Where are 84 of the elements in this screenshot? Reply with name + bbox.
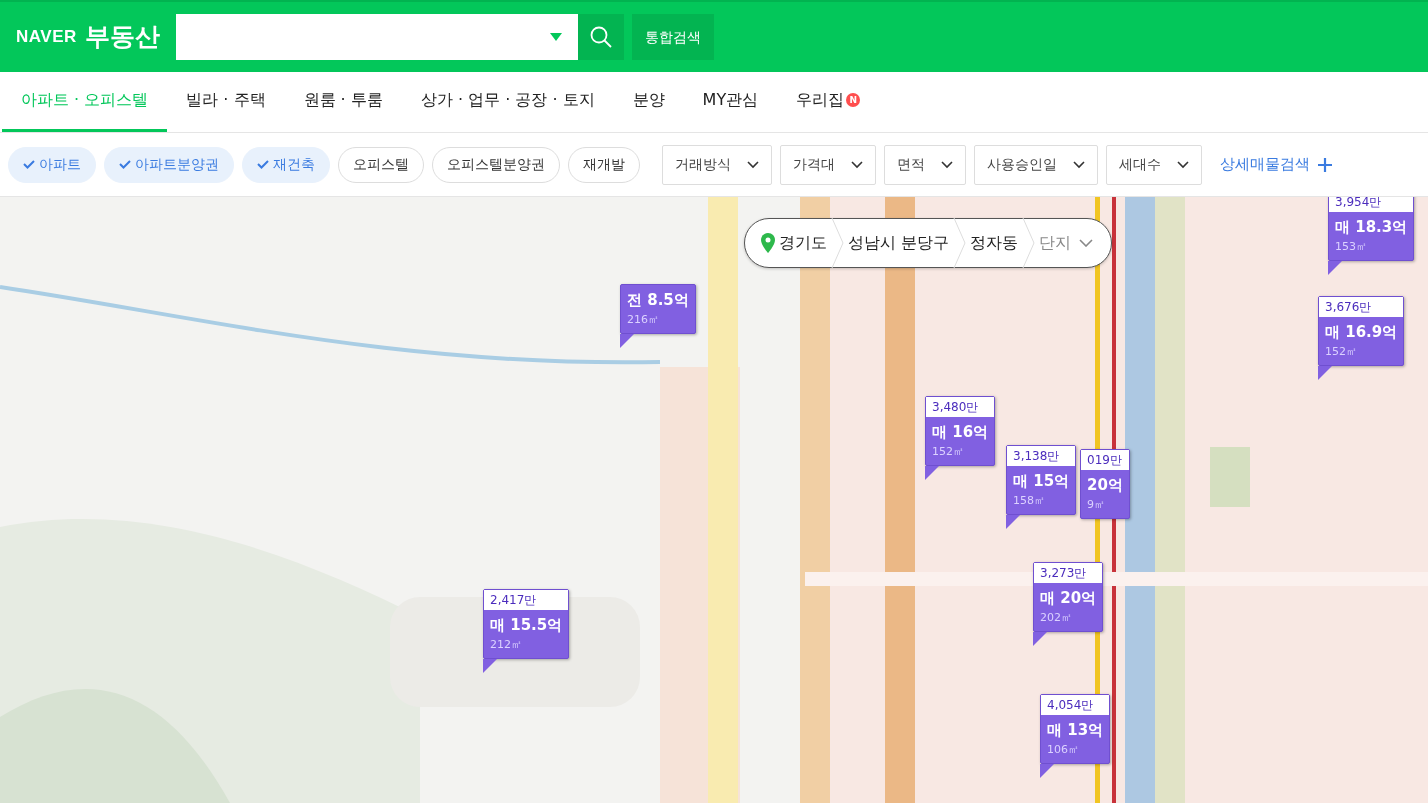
price-marker[interactable]: 전 8.5억 216㎡ bbox=[620, 284, 696, 334]
unit-price: 4,054만 bbox=[1041, 695, 1110, 715]
marker-area: 9㎡ bbox=[1081, 496, 1129, 518]
price-marker[interactable]: 019만 20억 9㎡ bbox=[1080, 449, 1130, 519]
search-icon bbox=[589, 26, 612, 48]
chevron-down-icon bbox=[1177, 160, 1189, 169]
new-badge: N bbox=[846, 93, 861, 107]
unit-price: 3,676만 bbox=[1319, 297, 1404, 317]
filter-chip[interactable]: 오피스텔분양권 bbox=[432, 146, 560, 183]
chevron-down-icon bbox=[747, 160, 759, 169]
chevron-down-icon bbox=[1073, 160, 1085, 169]
breadcrumb-item[interactable]: 정자동 bbox=[966, 231, 1023, 255]
unit-price: 3,273만 bbox=[1034, 563, 1103, 583]
check-icon bbox=[119, 160, 131, 169]
marker-price: 매 18.3억 bbox=[1334, 217, 1409, 238]
price-marker[interactable]: 2,417만 매 15.5억 212㎡ bbox=[483, 589, 570, 659]
marker-area: 212㎡ bbox=[484, 636, 569, 658]
check-icon bbox=[23, 160, 35, 169]
price-marker[interactable]: 3,676만 매 16.9억 152㎡ bbox=[1318, 296, 1405, 366]
nav-tab[interactable]: MY관심 bbox=[683, 71, 778, 132]
price-marker[interactable]: 3,480만 매 16억 152㎡ bbox=[925, 396, 996, 466]
price-marker[interactable]: 3,954만 매 18.3억 153㎡ bbox=[1328, 197, 1415, 261]
nav-tab[interactable]: 상가 · 업무 · 공장 · 토지 bbox=[401, 71, 614, 132]
marker-tail-icon bbox=[483, 659, 497, 673]
marker-tail-icon bbox=[1318, 366, 1332, 380]
search-button[interactable] bbox=[577, 14, 624, 60]
filter-chip[interactable]: 오피스텔 bbox=[338, 146, 424, 183]
service-title: 부동산 bbox=[84, 21, 160, 54]
unit-price: 2,417만 bbox=[484, 590, 569, 610]
chevron-down-icon bbox=[941, 160, 953, 169]
marker-price: 20억 bbox=[1086, 475, 1124, 496]
filter-dropdown[interactable]: 가격대 bbox=[780, 144, 876, 185]
breadcrumb-item[interactable]: 성남시 분당구 bbox=[844, 231, 954, 255]
nav-tab[interactable]: 분양 bbox=[613, 71, 684, 132]
separator-icon bbox=[953, 218, 967, 268]
marker-area: 153㎡ bbox=[1329, 238, 1414, 260]
marker-tail-icon bbox=[1006, 515, 1020, 529]
chevron-down-icon bbox=[1079, 239, 1094, 247]
marker-area: 106㎡ bbox=[1041, 741, 1110, 763]
price-marker[interactable]: 3,273만 매 20억 202㎡ bbox=[1033, 562, 1104, 632]
dropdown-icon[interactable] bbox=[549, 33, 562, 41]
marker-price: 매 20억 bbox=[1039, 588, 1098, 609]
nav-tab[interactable]: 빌라 · 주택 bbox=[167, 71, 285, 132]
filter-chip[interactable]: 재개발 bbox=[568, 146, 640, 183]
marker-tail-icon bbox=[1328, 261, 1342, 275]
marker-area: 202㎡ bbox=[1034, 609, 1103, 631]
marker-price: 전 8.5억 bbox=[626, 290, 690, 311]
detail-search-link[interactable]: 상세매물검색 bbox=[1214, 152, 1338, 177]
unit-price: 3,954만 bbox=[1329, 197, 1414, 212]
nav-tab[interactable]: 원룸 · 투룸 bbox=[284, 71, 402, 132]
marker-tail-icon bbox=[620, 334, 634, 348]
marker-area: 152㎡ bbox=[1319, 343, 1404, 365]
filter-dropdown[interactable]: 면적 bbox=[884, 144, 966, 185]
marker-price: 매 15.5억 bbox=[489, 615, 564, 636]
chevron-down-icon bbox=[851, 160, 863, 169]
check-icon bbox=[257, 160, 269, 169]
marker-price: 매 16억 bbox=[931, 422, 990, 443]
filter-chip[interactable]: 아파트분양권 bbox=[104, 146, 234, 183]
breadcrumb-item[interactable]: 경기도 bbox=[775, 231, 831, 255]
breadcrumb-item[interactable]: 단지 bbox=[1035, 231, 1098, 255]
marker-tail-icon bbox=[1040, 764, 1054, 778]
marker-tail-icon bbox=[1033, 632, 1047, 646]
filter-dropdown[interactable]: 거래방식 bbox=[662, 144, 772, 185]
unit-price: 3,138만 bbox=[1007, 446, 1076, 466]
location-pin-icon bbox=[761, 233, 775, 253]
filter-chip[interactable]: 재건축 bbox=[242, 146, 330, 183]
price-marker[interactable]: 4,054만 매 13억 106㎡ bbox=[1040, 694, 1111, 764]
separator-icon bbox=[1022, 218, 1036, 268]
nav-tab[interactable]: 우리집 N bbox=[777, 71, 880, 132]
marker-area: 216㎡ bbox=[621, 311, 695, 333]
unit-price: 3,480만 bbox=[926, 397, 995, 417]
marker-area: 152㎡ bbox=[926, 443, 995, 465]
unit-price: 019만 bbox=[1081, 450, 1129, 470]
marker-price: 매 13억 bbox=[1046, 720, 1105, 741]
filter-dropdown[interactable]: 사용승인일 bbox=[974, 144, 1098, 185]
marker-area: 158㎡ bbox=[1007, 492, 1076, 514]
marker-price: 매 16.9억 bbox=[1324, 322, 1399, 343]
marker-price: 매 15억 bbox=[1012, 471, 1071, 492]
filter-chip[interactable]: 아파트 bbox=[8, 146, 96, 183]
plus-icon bbox=[1318, 157, 1332, 172]
marker-tail-icon bbox=[925, 466, 939, 480]
price-marker[interactable]: 3,138만 매 15억 158㎡ bbox=[1006, 445, 1077, 515]
separator-icon bbox=[831, 218, 844, 268]
filter-dropdown[interactable]: 세대수 bbox=[1106, 144, 1202, 185]
